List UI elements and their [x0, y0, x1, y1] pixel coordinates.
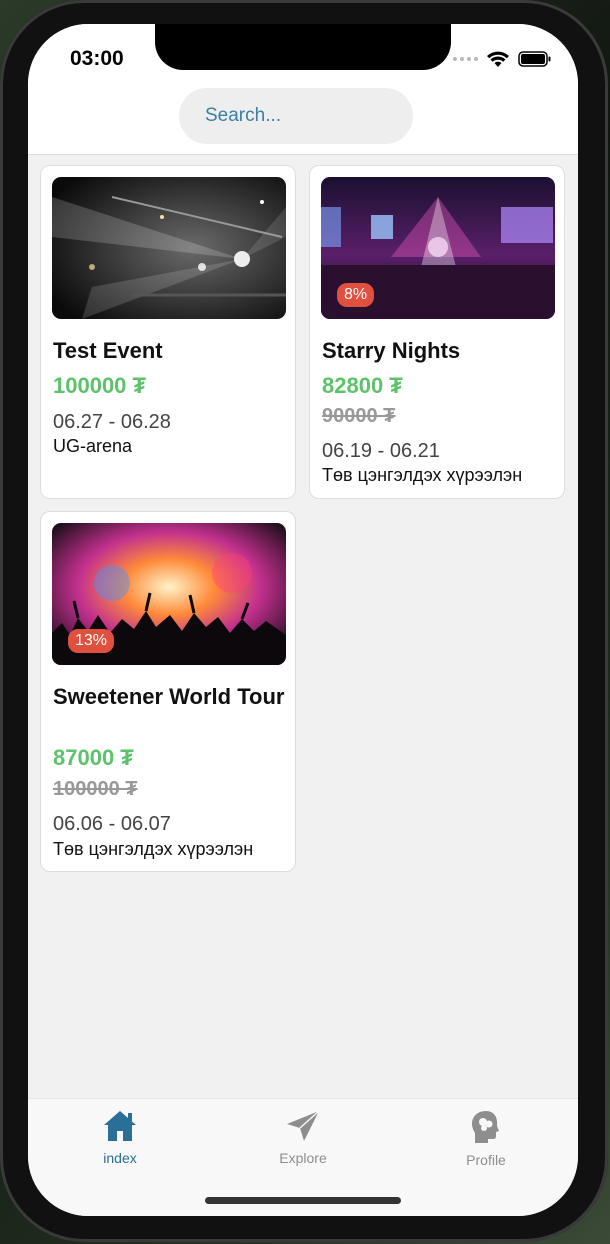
tab-index[interactable]: index: [60, 1109, 180, 1166]
discount-badge: 13%: [68, 629, 115, 653]
search-input[interactable]: [179, 88, 413, 144]
tab-profile[interactable]: Profile: [426, 1109, 546, 1168]
app-screen: 03:00 Search... Test Event 100000 ₮ 06.2…: [28, 24, 578, 1216]
phone-frame: 03:00 Search... Test Event 100000 ₮ 06.2…: [0, 0, 608, 1242]
event-venue: Төв цэнгэлдэх хүрээлэн: [53, 839, 254, 859]
event-image: 8%: [321, 177, 555, 319]
event-old-price: 100000 ₮: [53, 778, 138, 800]
tab-label: Profile: [466, 1152, 506, 1168]
tab-label: index: [103, 1150, 137, 1166]
event-venue: UG-arena: [53, 436, 133, 456]
event-title: Starry Nights: [322, 338, 461, 363]
event-title: Sweetener World Tour: [53, 684, 285, 709]
event-card[interactable]: 8% Starry Nights 82800 ₮ 90000 ₮ 06.19 -…: [309, 165, 565, 499]
event-old-price: 90000 ₮: [322, 405, 396, 427]
event-title: Test Event: [53, 338, 163, 363]
event-price: 82800 ₮: [322, 373, 403, 398]
event-image: 13%: [52, 523, 286, 665]
event-dates: 06.19 - 06.21: [322, 440, 440, 462]
event-dates: 06.27 - 06.28: [53, 411, 171, 433]
event-dates: 06.06 - 06.07: [53, 813, 171, 835]
tab-explore[interactable]: Explore: [243, 1109, 363, 1166]
status-time: 03:00: [70, 47, 124, 70]
event-price: 87000 ₮: [53, 745, 134, 770]
search-header: [28, 88, 578, 155]
event-image: [52, 177, 286, 319]
paper-plane-icon: [287, 1110, 320, 1141]
event-price: 100000 ₮: [53, 373, 146, 398]
home-icon: [104, 1111, 136, 1141]
home-indicator: [205, 1197, 401, 1204]
signal-dots-icon: [453, 57, 478, 61]
tab-label: Explore: [279, 1150, 327, 1166]
battery-icon: [518, 51, 551, 67]
status-icons: [453, 50, 552, 68]
event-card[interactable]: Test Event 100000 ₮ 06.27 - 06.28 UG-are…: [40, 165, 296, 499]
device-notch: [155, 24, 451, 70]
wifi-icon: [487, 51, 509, 67]
event-card[interactable]: 13% Sweetener World Tour 87000 ₮ 100000 …: [40, 511, 296, 872]
event-venue: Төв цэнгэлдэх хүрээлэн: [322, 465, 523, 485]
discount-badge: 8%: [337, 283, 375, 307]
head-brain-icon: [472, 1111, 499, 1143]
